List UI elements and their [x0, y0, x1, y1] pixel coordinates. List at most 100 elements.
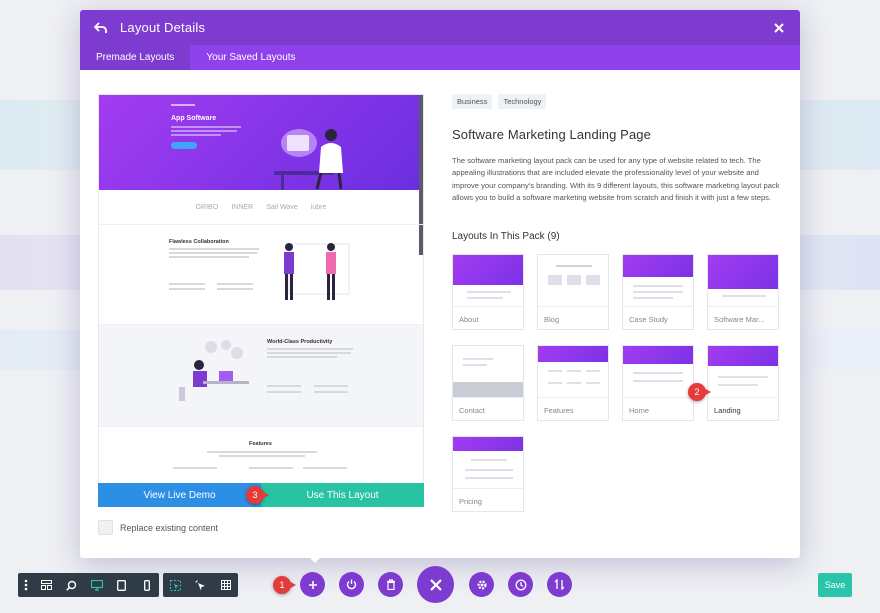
preview-text-line [169, 248, 259, 250]
preview-section-title: World-Class Productivity [267, 339, 333, 345]
hover-icon[interactable] [188, 573, 213, 597]
layout-card-label: Landing [714, 405, 741, 415]
add-button[interactable] [300, 572, 325, 597]
close-builder-button[interactable] [417, 566, 454, 603]
preview-text-line [169, 256, 249, 258]
preview-text-line [169, 283, 205, 285]
tab-premade-layouts[interactable]: Premade Layouts [80, 45, 191, 70]
productivity-illustration [179, 340, 249, 401]
layout-title: Software Marketing Landing Page [452, 127, 651, 142]
preview-hero-kicker [171, 104, 195, 106]
callout-number: 2 [694, 387, 700, 397]
tab-saved-layouts[interactable]: Your Saved Layouts [190, 45, 311, 70]
layout-card-label: Software Mar... [714, 314, 765, 324]
callout-number: 1 [279, 580, 285, 590]
callout-marker: 3 [246, 486, 270, 504]
preview-section-title: Features [249, 441, 272, 447]
layout-thumbnail [623, 254, 693, 307]
preview-section-features: Features [99, 426, 423, 483]
replace-content-checkbox[interactable] [98, 520, 113, 535]
preview-section-title: Flawless Collaboration [169, 239, 229, 245]
preview-hero-line [171, 130, 237, 132]
zoom-icon[interactable] [59, 573, 84, 597]
layout-card-about[interactable]: About [452, 253, 524, 330]
menu-dots-icon[interactable] [18, 573, 34, 597]
preview-text-line [169, 252, 257, 254]
layout-card-case-study[interactable]: Case Study [622, 253, 694, 330]
layout-card-blog[interactable]: Blog [537, 253, 609, 330]
tablet-icon[interactable] [109, 573, 134, 597]
portability-button[interactable] [547, 572, 572, 597]
preview-text-line [207, 451, 317, 453]
back-arrow-icon[interactable] [90, 17, 112, 39]
modal-title: Layout Details [120, 20, 206, 35]
preview-text-line [249, 467, 293, 469]
tag-list: Business Technology [452, 94, 782, 109]
power-icon [346, 579, 357, 590]
wireframe-icon[interactable] [34, 573, 59, 597]
layout-card-home[interactable]: Home [622, 344, 694, 421]
settings-icon [476, 579, 487, 590]
layout-card-software-marketing[interactable]: Software Mar... [707, 253, 779, 330]
layout-grid: About Blog Case Study Software Mar... Co… [452, 253, 782, 516]
layout-details-modal: Layout Details Premade Layouts Your Save… [80, 10, 800, 558]
trash-button[interactable] [378, 572, 403, 597]
layout-preview[interactable]: App Software GRIBO INNER Sail Wave iubre [98, 94, 424, 484]
tag-technology[interactable]: Technology [498, 94, 547, 109]
layout-description: The software marketing layout pack can b… [452, 156, 780, 203]
phone-icon[interactable] [134, 573, 159, 597]
preview-text-line [217, 288, 253, 290]
replace-content-option[interactable]: Replace existing content [98, 520, 218, 535]
preview-text-line [303, 467, 347, 469]
select-icon[interactable] [163, 573, 188, 597]
layout-card-label: Features [544, 405, 574, 415]
layout-card-label: Blog [544, 314, 560, 324]
preview-hero-line [171, 134, 221, 136]
preview-text-line [169, 288, 205, 290]
view-live-demo-button[interactable]: View Live Demo [98, 483, 261, 507]
collaboration-illustration [284, 243, 350, 300]
save-button[interactable]: Save [818, 573, 852, 597]
layout-card-contact[interactable]: Contact [452, 344, 524, 421]
preview-text-line [267, 391, 301, 393]
add-icon [308, 580, 317, 589]
preview-logo: INNER [231, 203, 254, 211]
layout-thumbnail [708, 345, 778, 398]
preview-text-line [267, 348, 353, 350]
preview-logo: Sail Wave [266, 203, 298, 211]
layout-card-landing[interactable]: Landing [707, 344, 779, 421]
replace-content-label: Replace existing content [120, 522, 219, 533]
close-icon[interactable] [770, 19, 788, 37]
layouts-in-pack-heading: Layouts In This Pack (9) [452, 230, 560, 242]
use-this-layout-button[interactable]: Use This Layout [261, 483, 424, 507]
modal-header: Layout Details [80, 10, 800, 45]
layout-thumbnail [708, 254, 778, 307]
tab-bar: Premade Layouts Your Saved Layouts [80, 45, 800, 70]
preview-text-line [267, 352, 351, 354]
editing-tools-toolbar [163, 573, 238, 597]
power-button[interactable] [339, 572, 364, 597]
callout-marker: 1 [273, 576, 297, 594]
preview-text-line [267, 356, 337, 358]
layout-card-pricing[interactable]: Pricing [452, 435, 524, 512]
tag-business[interactable]: Business [452, 94, 493, 109]
preview-logo-row: GRIBO INNER Sail Wave iubre [99, 190, 423, 224]
preview-text-line [219, 455, 305, 457]
preview-logo: GRIBO [195, 203, 219, 211]
layout-card-label: Contact [459, 405, 485, 415]
settings-button[interactable] [469, 572, 494, 597]
desktop-icon[interactable] [84, 573, 109, 597]
close-icon [429, 578, 442, 591]
layout-thumbnail [453, 436, 523, 489]
layout-card-features[interactable]: Features [537, 344, 609, 421]
history-button[interactable] [508, 572, 533, 597]
callout-marker: 2 [688, 383, 712, 401]
preview-text-line [173, 467, 217, 469]
preview-section-productivity: World-Class Productivity [99, 324, 423, 426]
history-icon [515, 579, 526, 590]
view-mode-toolbar [18, 573, 159, 597]
hero-illustration [274, 129, 343, 190]
grid-icon[interactable] [213, 573, 238, 597]
layout-card-label: Pricing [459, 496, 482, 506]
preview-text-line [314, 391, 348, 393]
